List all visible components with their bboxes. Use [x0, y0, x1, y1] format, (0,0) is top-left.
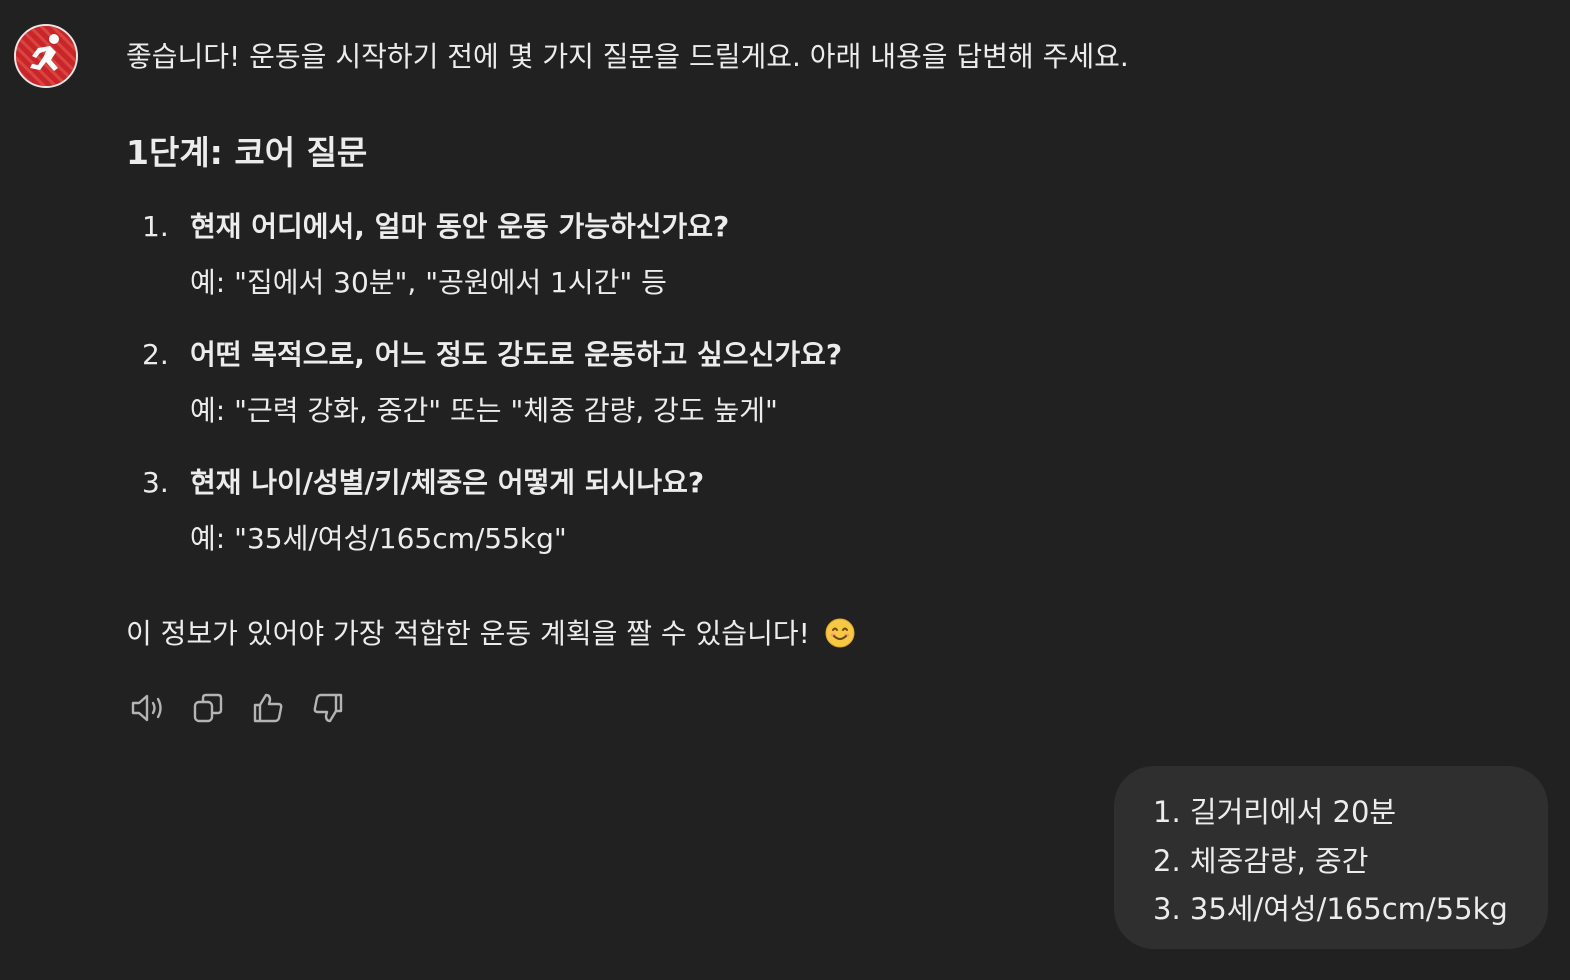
intro-text: 좋습니다! 운동을 시작하기 전에 몇 가지 질문을 드릴게요. 아래 내용을 … [126, 40, 1129, 73]
question-example: 예: "35세/여성/165cm/55kg" [190, 522, 567, 555]
assistant-message: 좋습니다! 운동을 시작하기 전에 몇 가지 질문을 드릴게요. 아래 내용을 … [126, 34, 1226, 650]
question-number: 1. [142, 210, 169, 243]
question-text: 현재 어디에서, 얼마 동안 운동 가능하신가요? [190, 210, 730, 243]
smiling-face-icon [825, 618, 855, 648]
question-text: 어떤 목적으로, 어느 정도 강도로 운동하고 싶으신가요? [190, 338, 843, 371]
user-message-line: 1. 길거리에서 20분 [1153, 795, 1397, 829]
question-text: 현재 나이/성별/키/체중은 어떻게 되시나요? [190, 466, 705, 499]
question-number: 3. [142, 466, 169, 499]
copy-button[interactable] [188, 688, 228, 728]
thumbs-down-icon [313, 693, 343, 723]
question-example: 예: "근력 강화, 중간" 또는 "체중 감량, 강도 높게" [190, 394, 778, 427]
question-example: 예: "집에서 30분", "공원에서 1시간" 등 [190, 266, 667, 299]
read-aloud-button[interactable] [128, 688, 168, 728]
speaker-icon [131, 694, 162, 722]
good-response-button[interactable] [248, 688, 288, 728]
bad-response-button[interactable] [308, 688, 348, 728]
running-person-icon [16, 26, 76, 86]
user-message-bubble: 1. 길거리에서 20분 2. 체중감량, 중간 3. 35세/여성/165cm… [1114, 766, 1548, 949]
copy-icon [193, 693, 223, 723]
closing-text: 이 정보가 있어야 가장 적합한 운동 계획을 짤 수 있습니다! [126, 617, 810, 650]
closing-text-row: 이 정보가 있어야 가장 적합한 운동 계획을 짤 수 있습니다! [126, 611, 855, 657]
assistant-avatar [14, 24, 78, 88]
user-message-line: 2. 체중감량, 중간 [1153, 843, 1369, 878]
question-number: 2. [142, 338, 169, 371]
section-heading: 1단계: 코어 질문 [126, 133, 368, 172]
thumbs-up-icon [253, 693, 283, 723]
user-message-line: 3. 35세/여성/165cm/55kg [1153, 892, 1508, 926]
